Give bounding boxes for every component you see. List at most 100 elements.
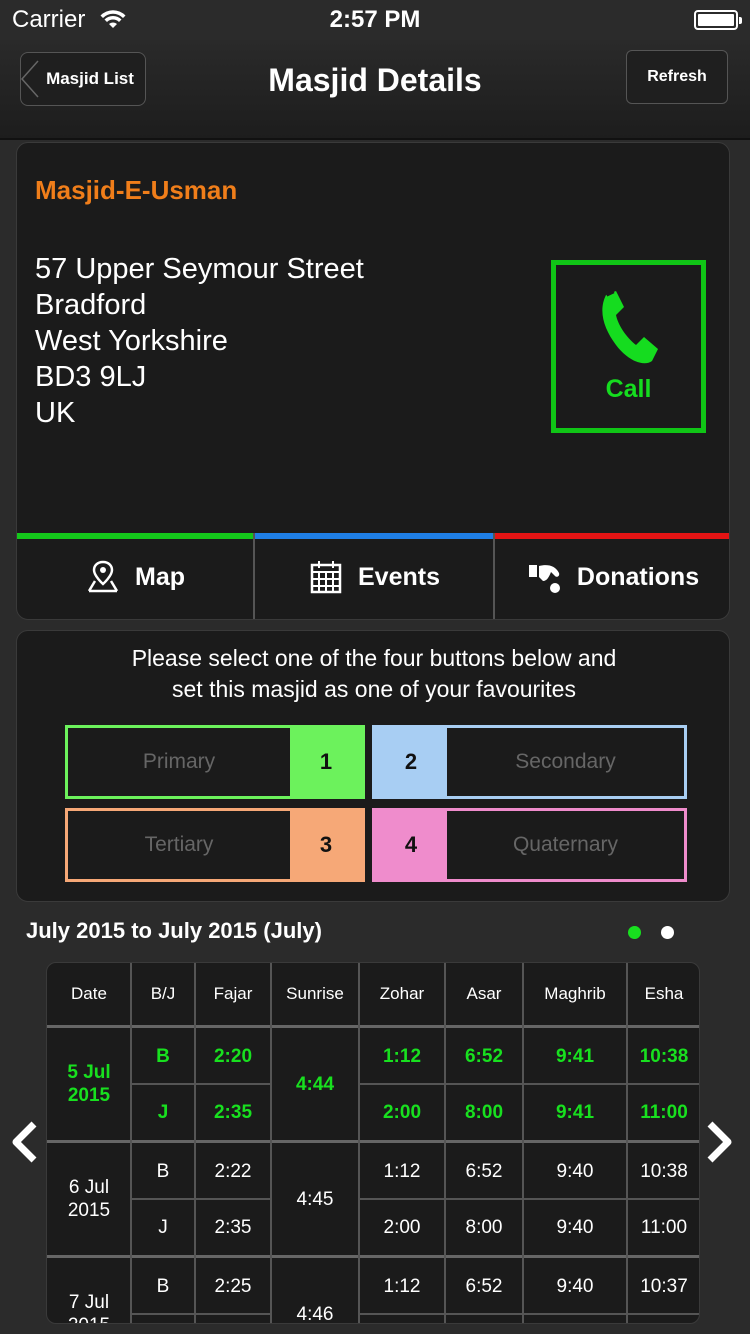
column-header: Zohar [379,984,425,1003]
time-cell: 2:20 [213,1045,253,1067]
favourite-label: Secondary [447,728,684,796]
column-header: Date [71,984,107,1003]
page-indicator-dot[interactable] [661,926,674,939]
address-line: Bradford [35,289,147,321]
date-cell: 7 Jul 2015 [68,1292,110,1323]
time-cell: J [157,1101,169,1123]
time-cell: J [131,1314,195,1323]
column-header: Esha [644,984,684,1003]
time-cell: 10:38 [640,1160,688,1182]
column-divider [130,963,132,1323]
battery-icon [694,10,742,30]
column-divider [626,963,628,1323]
time-cell: J [158,1216,168,1238]
masjid-info-card: Masjid-E-Usman 57 Upper Seymour Street B… [16,142,730,620]
phone-icon [601,290,658,364]
column-header: Sunrise [286,984,344,1003]
masjid-name: Masjid-E-Usman [35,175,238,205]
time-cell: 2:25 [214,1275,252,1297]
sunrise-cell: 4:44 [295,1073,335,1095]
call-button[interactable]: Call [551,260,706,433]
tab-color-bar [17,533,253,539]
tab-map-label: Map [135,562,185,591]
time-cell: 2:22 [214,1160,252,1182]
column-header: Fajar [213,984,253,1003]
time-cell: 9:41 [555,1101,595,1123]
sunrise-cell: 4:46 [296,1303,334,1324]
time-cell: 8:00 [464,1101,504,1123]
tab-donations[interactable]: Donations [495,533,729,619]
favourite-number: 4 [375,811,447,879]
time-cell [359,1314,445,1323]
quaternary-favourite-button[interactable]: 4 Quaternary [372,808,687,882]
favourite-number: 1 [290,728,362,796]
time-cell: 9:40 [556,1275,594,1297]
column-divider [270,963,272,1323]
time-cell: 11:00 [640,1216,688,1238]
favourites-message: Please select one of the four buttons be… [17,643,729,705]
time-cell: 2:35 [213,1101,253,1123]
secondary-favourite-button[interactable]: 2 Secondary [372,725,687,799]
map-pin-icon [87,560,119,593]
tab-map[interactable]: Map [17,533,255,619]
address-line: BD3 9LJ [35,361,147,393]
time-cell: 9:40 [556,1160,594,1182]
primary-favourite-button[interactable]: Primary 1 [65,725,365,799]
time-cell: 1:12 [382,1045,422,1067]
time-cell: 9:40 [556,1216,594,1238]
time-cell [195,1314,271,1323]
time-cell: B [156,1045,170,1067]
time-cell [445,1314,523,1323]
column-header: B/J [150,984,176,1003]
address-line: West Yorkshire [35,325,228,357]
status-time: 2:57 PM [329,6,421,33]
column-header: Asar [466,984,502,1003]
time-cell: 9:41 [555,1045,595,1067]
prayer-timetable: Date B/J Fajar Sunrise Zohar Asar Maghrib Esha 5… [46,962,700,1324]
date-cell: 6 Jul 2015 [67,1177,111,1221]
time-cell: 6:52 [465,1160,503,1182]
time-cell [523,1314,627,1323]
favourites-message-line: set this masjid as one of your favourite… [172,676,576,702]
tab-donations-label: Donations [576,562,700,591]
favourite-label: Tertiary [68,811,290,879]
time-cell: 6:52 [464,1045,504,1067]
action-tabs: Map Events Donations [17,533,729,619]
date-cell: 5 Jul 2015 [67,1062,111,1106]
time-cell: 10:37 [640,1275,688,1297]
sunrise-cell: 4:45 [296,1188,334,1210]
tab-events[interactable]: Events [255,533,495,619]
next-arrow-icon[interactable] [702,1120,736,1164]
tab-color-bar [495,533,729,539]
previous-arrow-icon[interactable] [8,1120,42,1164]
column-header: Maghrib [544,984,606,1003]
favourite-number: 3 [290,811,362,879]
time-cell: 2:00 [382,1101,422,1123]
tertiary-favourite-button[interactable]: Tertiary 3 [65,808,365,882]
time-cell: B [156,1275,170,1297]
time-cell: 2:00 [383,1216,421,1238]
time-cell: 6:52 [465,1275,503,1297]
nav-bar: Masjid List Masjid Details Refresh [0,40,750,140]
column-divider [194,963,196,1323]
time-cell: B [156,1160,170,1182]
tab-events-label: Events [358,562,440,591]
page-indicator-dot[interactable] [628,926,641,939]
column-divider [444,963,446,1323]
column-divider [358,963,360,1323]
time-cell [627,1314,699,1323]
tab-color-bar [255,533,493,539]
address-line: 57 Upper Seymour Street [35,253,364,285]
time-cell: 2:35 [214,1216,252,1238]
status-bar: Carrier 2:57 PM [0,0,750,40]
favourite-label: Quaternary [447,811,684,879]
favourites-message-line: Please select one of the four buttons be… [131,645,617,671]
call-label: Call [605,375,652,403]
favourite-number: 2 [375,728,447,796]
time-cell: 1:12 [383,1160,421,1182]
favourite-label: Primary [68,728,290,796]
address-line: UK [35,397,76,429]
calendar-icon [310,561,342,594]
column-divider [522,963,524,1323]
refresh-button[interactable]: Refresh [626,50,728,104]
